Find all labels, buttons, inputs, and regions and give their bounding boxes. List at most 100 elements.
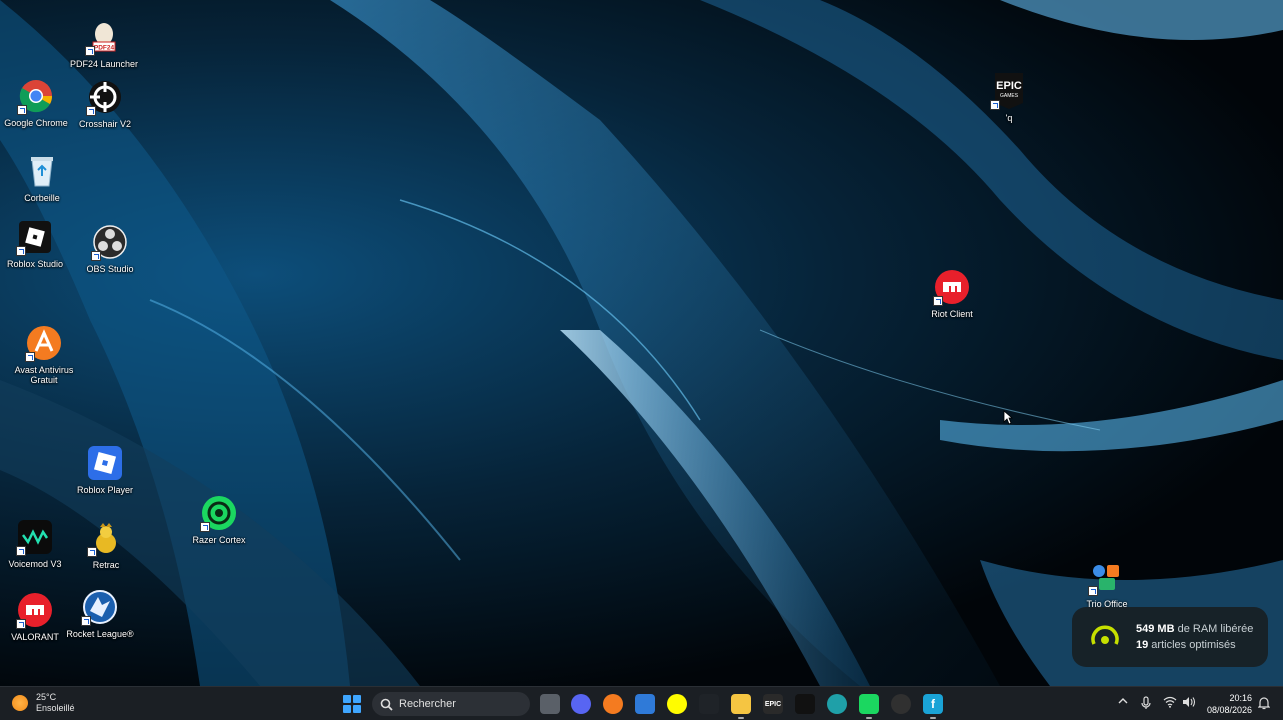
weather-widget[interactable]: 25°C Ensoleillé — [12, 692, 75, 714]
clock-time: 20:16 — [1229, 693, 1252, 703]
clock-date: 08/08/2026 — [1206, 705, 1252, 715]
shortcut-arrow-icon — [16, 619, 26, 629]
avast-taskbar-icon[interactable] — [603, 694, 623, 714]
ram-optimizer-toast[interactable]: 549 MB de RAM libérée 19 articles optimi… — [1072, 607, 1268, 667]
desktop-icon-label: PDF24 Launcher — [69, 59, 139, 69]
desktop-icon-label: Avast Antivirus Gratuit — [14, 365, 74, 385]
volume-icon[interactable] — [1182, 696, 1196, 711]
desktop-icon-roblox-studio[interactable]: Roblox Studio — [0, 218, 73, 269]
desktop-icon-recycle-bin[interactable]: Corbeille — [4, 152, 80, 203]
epic-games-taskbar-icon[interactable]: EPIC — [763, 694, 783, 714]
edge-icon[interactable] — [827, 694, 847, 714]
toast-text: 549 MB de RAM libérée 19 articles optimi… — [1136, 621, 1253, 653]
weather-description: Ensoleillé — [36, 703, 75, 713]
store-icon[interactable] — [635, 694, 655, 714]
desktop-icon-label: 'q — [1005, 113, 1013, 123]
mouse-cursor-icon — [1003, 410, 1013, 425]
shortcut-arrow-icon — [86, 106, 96, 116]
shortcut-arrow-icon — [85, 46, 95, 56]
toast-item-count: 19 — [1136, 639, 1149, 651]
taskbar-search-box[interactable]: Rechercher — [372, 692, 530, 716]
microphone-icon[interactable] — [1141, 696, 1151, 713]
desktop-icon-pdf24[interactable]: PDF24 PDF24 Launcher — [66, 18, 142, 69]
desktop-icon-chrome[interactable]: Google Chrome — [0, 77, 74, 128]
epic-games-icon: EPIC GAMES — [990, 72, 1028, 110]
search-placeholder: Rechercher — [399, 698, 456, 710]
snapchat-icon[interactable] — [667, 694, 687, 714]
windows-logo-pane — [353, 695, 361, 703]
razer-cortex-icon — [200, 494, 238, 532]
recycle-bin-icon — [23, 152, 61, 190]
shortcut-arrow-icon — [990, 100, 1000, 110]
desktop-icon-epic-games[interactable]: EPIC GAMES 'q — [971, 72, 1047, 123]
windows-logo-pane — [343, 695, 351, 703]
sun-icon — [12, 695, 28, 711]
trio-office-icon — [1088, 558, 1126, 596]
facebook-app-icon[interactable]: f — [923, 694, 943, 719]
shortcut-arrow-icon — [87, 547, 97, 557]
desktop-icon-label: Roblox Player — [76, 485, 134, 495]
roblox-player-icon — [86, 444, 124, 482]
dark-app-icon[interactable] — [699, 694, 719, 714]
epic-logo-subword: GAMES — [1000, 93, 1019, 99]
crosshair-icon — [86, 78, 124, 116]
desktop-icon-label: Retrac — [92, 560, 120, 570]
search-icon — [380, 698, 393, 711]
desktop-icon-label: Roblox Studio — [6, 259, 64, 269]
shortcut-arrow-icon — [25, 352, 35, 362]
retrac-icon — [87, 519, 125, 557]
toast-items-text: articles optimisés — [1148, 639, 1236, 651]
desktop-icon-voicemod[interactable]: Voicemod V3 — [0, 518, 73, 569]
desktop-icon-label: Rocket League® — [66, 629, 134, 639]
pdf24-icon: PDF24 — [85, 18, 123, 56]
avast-icon — [25, 324, 63, 362]
shortcut-arrow-icon — [17, 105, 27, 115]
shortcut-arrow-icon — [1088, 586, 1098, 596]
desktop-icon-label: Crosshair V2 — [78, 119, 132, 129]
rocket-league-icon — [81, 588, 119, 626]
windows-logo-pane — [353, 705, 361, 713]
desktop-icon-avast[interactable]: Avast Antivirus Gratuit — [6, 324, 82, 385]
desktop-icon-trio-office[interactable]: Trio Office — [1069, 558, 1145, 609]
desktop-icon-label: Voicemod V3 — [8, 559, 62, 569]
voicemod-icon — [16, 518, 54, 556]
epic-logo-word: EPIC — [996, 80, 1022, 92]
windows-logo-pane — [343, 705, 351, 713]
desktop-icon-roblox-player[interactable]: Roblox Player — [67, 444, 143, 495]
razer-cortex-taskbar-icon[interactable] — [859, 694, 879, 719]
desktop-icon-crosshair[interactable]: Crosshair V2 — [67, 78, 143, 129]
file-explorer-icon[interactable] — [731, 694, 751, 719]
obs-taskbar-icon[interactable] — [891, 694, 911, 714]
desktop-icon-obs[interactable]: OBS Studio — [72, 223, 148, 274]
shortcut-arrow-icon — [91, 251, 101, 261]
razer-cortex-gauge-icon — [1091, 625, 1119, 645]
shortcut-arrow-icon — [933, 296, 943, 306]
chevron-up-icon[interactable] — [1118, 696, 1128, 709]
start-button[interactable] — [343, 695, 361, 713]
weather-temperature: 25°C — [36, 692, 57, 702]
valorant-icon — [16, 591, 54, 629]
shortcut-arrow-icon — [16, 246, 26, 256]
desktop-icon-label: Google Chrome — [4, 118, 68, 128]
wifi-icon[interactable] — [1163, 696, 1177, 711]
desktop-icon-retrac[interactable]: Retrac — [68, 519, 144, 570]
toast-ram-text: de RAM libérée — [1174, 623, 1254, 635]
roblox-studio-icon — [16, 218, 54, 256]
desktop-icon-riot-client[interactable]: Riot Client — [914, 268, 990, 319]
discord-icon[interactable] — [571, 694, 591, 714]
system-clock[interactable]: 20:16 08/08/2026 — [1204, 692, 1252, 716]
desktop-icon-label: OBS Studio — [86, 264, 134, 274]
taskbar: 25°C Ensoleillé Rechercher EPIC f 20:16 … — [0, 686, 1283, 720]
shortcut-arrow-icon — [200, 522, 210, 532]
desktop-icon-rocket-league[interactable]: Rocket League® — [62, 588, 138, 639]
desktop-icon-label: VALORANT — [11, 632, 59, 642]
task-view-icon[interactable] — [540, 694, 560, 714]
tiktok-icon[interactable] — [795, 694, 815, 714]
shortcut-arrow-icon — [16, 546, 26, 556]
desktop-icon-label: Corbeille — [24, 193, 60, 203]
notification-bell-icon[interactable] — [1257, 696, 1271, 715]
desktop-icon-label: Riot Client — [931, 309, 973, 319]
desktop-icon-razer-cortex[interactable]: Razer Cortex — [181, 494, 257, 545]
shortcut-arrow-icon — [81, 616, 91, 626]
svg-text:PDF24: PDF24 — [94, 45, 115, 52]
